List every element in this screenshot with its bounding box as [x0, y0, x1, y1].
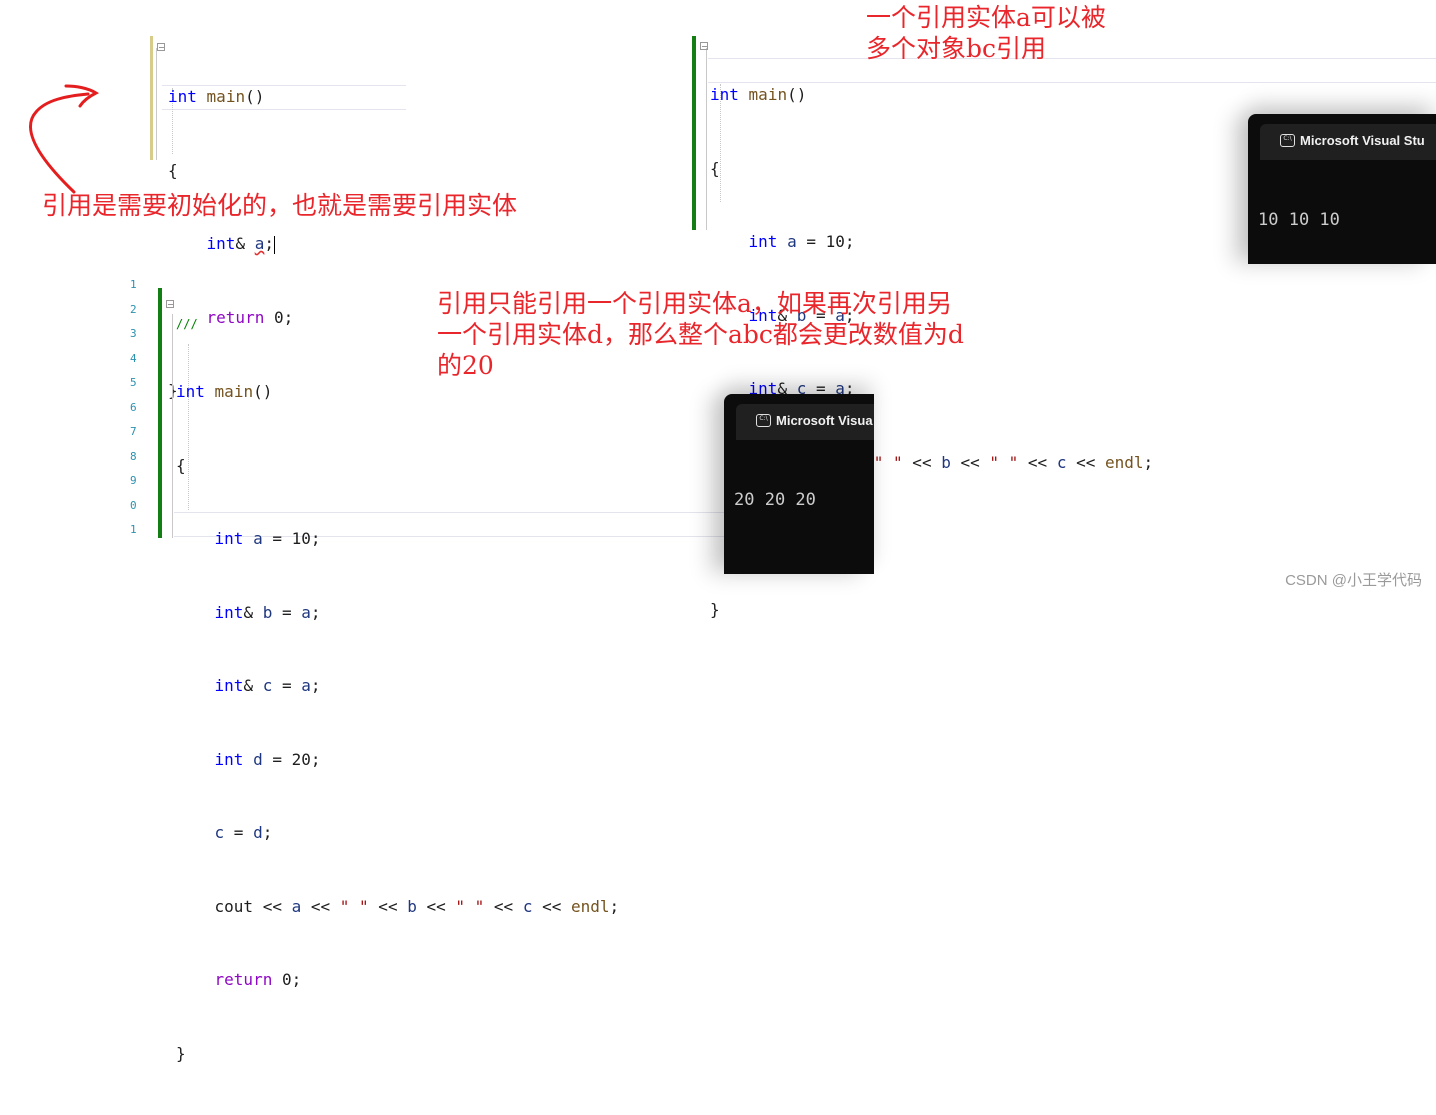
code-line-5: int& c = a; — [214, 676, 321, 695]
code-line-2: { — [176, 455, 186, 475]
change-margin-bar — [158, 288, 162, 538]
code-line-2: { — [168, 160, 178, 180]
note-initialization-required: 引用是需要初始化的，也就是需要引用实体 — [42, 191, 518, 220]
note-multiple-references: 一个引用实体a可以被 多个对象bc引用 — [866, 3, 1106, 63]
code-line-4: int& b = a; — [214, 602, 321, 622]
code-line-3: int a = 10; — [214, 529, 321, 548]
console-icon: C:\ — [1280, 134, 1295, 147]
code-line-1: int main() — [710, 85, 807, 104]
note-reassign-reference: 引用只能引用一个引用实体a，如果再次引用另 一个引用实体d，那么整个abc都会更… — [437, 289, 964, 380]
code-line-6: int d = 20; — [214, 749, 321, 769]
csdn-watermark: CSDN @小王学代码 — [1285, 572, 1422, 589]
console-title: Microsoft Visual Stu — [1300, 133, 1425, 148]
code-panel-uninitialized-reference: − int main() { int& a; return 0; } — [146, 34, 406, 400]
console-icon: C:\ — [756, 414, 771, 427]
scope-line — [156, 48, 157, 160]
code-line-8: } — [710, 599, 720, 619]
code-line-2: { — [710, 158, 720, 178]
console-tab[interactable]: C:\ Microsoft Visua — [736, 404, 874, 440]
console-tab[interactable]: C:\ Microsoft Visual Stu — [1260, 124, 1436, 160]
code-line-1: int main() — [168, 87, 265, 106]
console-title: Microsoft Visua — [776, 413, 873, 428]
code-line-8: cout << a << " " << b << " " << c << end… — [176, 896, 620, 916]
collapse-icon[interactable]: − — [700, 42, 708, 51]
collapse-icon[interactable]: − — [166, 300, 174, 309]
console-window-2[interactable]: C:\ Microsoft Visua 20 20 20 D:\Code\tes… — [724, 394, 874, 574]
code-line-7: c = d; — [214, 823, 273, 842]
scope-line — [706, 48, 707, 230]
collapse-icon[interactable]: − — [157, 43, 165, 52]
text-cursor — [273, 235, 275, 254]
code-line-3: int a = 10; — [748, 232, 855, 251]
code-line-9: return 0; — [214, 970, 302, 989]
code-line-3[interactable]: int& a; — [168, 232, 293, 257]
code-line-1: int main() — [176, 382, 273, 401]
code-line-10: } — [176, 1043, 186, 1063]
line-numbers: 1 2 3 4 5 6 7 8 9 0 1 — [130, 278, 137, 536]
change-margin-bar — [150, 36, 153, 160]
console-window-1[interactable]: C:\ Microsoft Visual Stu 10 10 10 D:\Cod… — [1248, 114, 1436, 264]
console-output: 10 10 10 D:\Code\test_c\P 按任意键关闭此窗 — [1258, 210, 1340, 230]
console-output: 20 20 20 D:\Code\test_ 按任意键关闭此 — [734, 490, 816, 510]
scope-line — [172, 314, 173, 538]
change-margin-bar — [692, 36, 696, 230]
